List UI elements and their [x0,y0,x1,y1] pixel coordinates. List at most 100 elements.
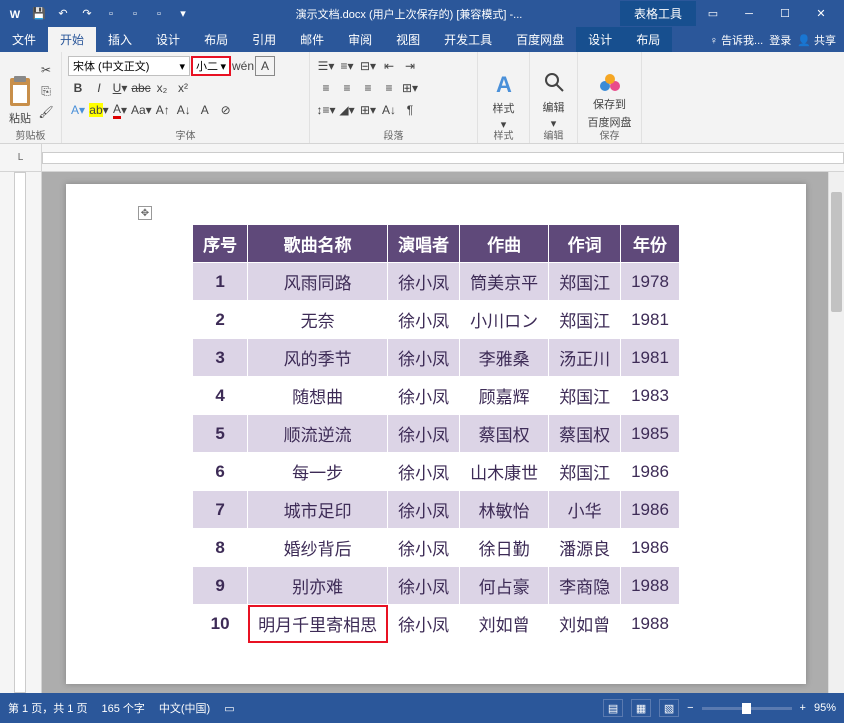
table-cell[interactable]: 徐小凤 [388,453,460,491]
align-center-icon[interactable]: ≡ [337,78,357,98]
tab-baidu[interactable]: 百度网盘 [504,27,576,52]
bullets-icon[interactable]: ☰▾ [316,56,336,76]
tab-developer[interactable]: 开发工具 [432,27,504,52]
vertical-ruler[interactable] [0,172,42,693]
table-row[interactable]: 7城市足印徐小凤林敏怡小华1986 [193,491,680,529]
text-effects-icon[interactable]: A▾ [68,100,88,120]
table-cell[interactable]: 1986 [621,529,680,567]
table-row[interactable]: 6每一步徐小凤山木康世郑国江1986 [193,453,680,491]
subscript-icon[interactable]: x₂ [152,78,172,98]
table-cell[interactable]: 徐小凤 [388,567,460,605]
save-icon[interactable]: 💾 [28,3,50,25]
zoom-in-icon[interactable]: + [800,702,806,714]
table-cell[interactable]: 6 [193,453,248,491]
scrollbar-thumb[interactable] [831,192,842,312]
phonetic-guide-icon[interactable]: wén [232,56,254,76]
table-cell[interactable]: 风的季节 [248,339,388,377]
italic-icon[interactable]: I [89,78,109,98]
table-row[interactable]: 10明月千里寄相思徐小凤刘如曾刘如曾1988 [193,605,680,643]
tab-layout[interactable]: 布局 [192,27,240,52]
table-cell[interactable]: 徐小凤 [388,415,460,453]
table-row[interactable]: 8婚纱背后徐小凤徐日勤潘源良1986 [193,529,680,567]
table-cell[interactable]: 小川ロン [460,301,549,339]
tell-me[interactable]: ♀ 告诉我... [710,32,763,48]
table-header[interactable]: 歌曲名称 [248,225,388,263]
table-cell[interactable]: 明月千里寄相思 [248,605,388,643]
format-painter-icon[interactable]: 🖌 [36,102,56,122]
tab-table-layout[interactable]: 布局 [624,27,672,52]
align-left-icon[interactable]: ≡ [316,78,336,98]
document-viewport[interactable]: ✥ 序号歌曲名称演唱者作曲作词年份 1风雨同路徐小凤筒美京平郑国江19782无奈… [42,172,844,693]
borders-icon[interactable]: ⊞▾ [358,100,378,120]
table-cell[interactable]: 无奈 [248,301,388,339]
share-button[interactable]: 👤 共享 [797,32,836,48]
table-cell[interactable]: 9 [193,567,248,605]
vertical-scrollbar[interactable] [828,172,844,693]
table-cell[interactable]: 何占豪 [460,567,549,605]
table-cell[interactable]: 山木康世 [460,453,549,491]
word-icon[interactable]: W [4,3,26,25]
table-cell[interactable]: 1986 [621,491,680,529]
table-cell[interactable]: 风雨同路 [248,263,388,301]
redo-icon[interactable]: ↷ [76,3,98,25]
superscript-icon[interactable]: x² [173,78,193,98]
clear-format-icon[interactable]: ⊘ [216,100,236,120]
table-row[interactable]: 1风雨同路徐小凤筒美京平郑国江1978 [193,263,680,301]
table-cell[interactable]: 城市足印 [248,491,388,529]
table-header[interactable]: 序号 [193,225,248,263]
bold-icon[interactable]: B [68,78,88,98]
table-row[interactable]: 3风的季节徐小凤李雅桑汤正川1981 [193,339,680,377]
table-cell[interactable]: 徐日勤 [460,529,549,567]
table-cell[interactable]: 别亦难 [248,567,388,605]
font-name-input[interactable]: 宋体 (中文正文)▾ [68,56,190,76]
table-cell[interactable]: 1978 [621,263,680,301]
table-cell[interactable]: 1985 [621,415,680,453]
tab-file[interactable]: 文件 [0,27,48,52]
table-cell[interactable]: 1986 [621,453,680,491]
numbering-icon[interactable]: ≡▾ [337,56,357,76]
table-cell[interactable]: 2 [193,301,248,339]
status-page[interactable]: 第 1 页，共 1 页 [8,700,87,716]
table-cell[interactable]: 随想曲 [248,377,388,415]
table-cell[interactable]: 8 [193,529,248,567]
table-cell[interactable]: 蔡国权 [549,415,621,453]
align-right-icon[interactable]: ≡ [358,78,378,98]
tab-insert[interactable]: 插入 [96,27,144,52]
tab-view[interactable]: 视图 [384,27,432,52]
tab-table-design[interactable]: 设计 [576,27,624,52]
table-cell[interactable]: 李商隐 [549,567,621,605]
table-cell[interactable]: 徐小凤 [388,529,460,567]
table-header[interactable]: 演唱者 [388,225,460,263]
table-cell[interactable]: 刘如曾 [460,605,549,643]
table-cell[interactable]: 刘如曾 [549,605,621,643]
table-cell[interactable]: 蔡国权 [460,415,549,453]
table-cell[interactable]: 郑国江 [549,453,621,491]
maximize-icon[interactable]: ☐ [768,3,802,25]
status-macro-icon[interactable]: ▭ [224,702,234,715]
line-spacing-icon[interactable]: ↕≡▾ [316,100,336,120]
tab-design[interactable]: 设计 [144,27,192,52]
table-row[interactable]: 2无奈徐小凤小川ロン郑国江1981 [193,301,680,339]
tab-home[interactable]: 开始 [48,27,96,52]
copy-icon[interactable]: ⎘ [36,81,56,101]
status-lang[interactable]: 中文(中国) [159,700,210,716]
horizontal-ruler[interactable]: L [0,144,844,172]
tab-review[interactable]: 审阅 [336,27,384,52]
shrink-font-icon[interactable]: A↓ [174,100,194,120]
justify-icon[interactable]: ≡ [379,78,399,98]
table-cell[interactable]: 郑国江 [549,263,621,301]
table-row[interactable]: 9别亦难徐小凤何占豪李商隐1988 [193,567,680,605]
table-cell[interactable]: 徐小凤 [388,301,460,339]
table-cell[interactable]: 汤正川 [549,339,621,377]
table-cell[interactable]: 1988 [621,567,680,605]
table-cell[interactable]: 林敏怡 [460,491,549,529]
table-cell[interactable]: 7 [193,491,248,529]
login-button[interactable]: 登录 [769,32,791,48]
zoom-out-icon[interactable]: − [687,702,693,714]
table-row[interactable]: 4随想曲徐小凤顾嘉辉郑国江1983 [193,377,680,415]
table-cell[interactable]: 1 [193,263,248,301]
table-cell[interactable]: 1981 [621,339,680,377]
table-cell[interactable]: 婚纱背后 [248,529,388,567]
table-cell[interactable]: 郑国江 [549,301,621,339]
table-cell[interactable]: 3 [193,339,248,377]
